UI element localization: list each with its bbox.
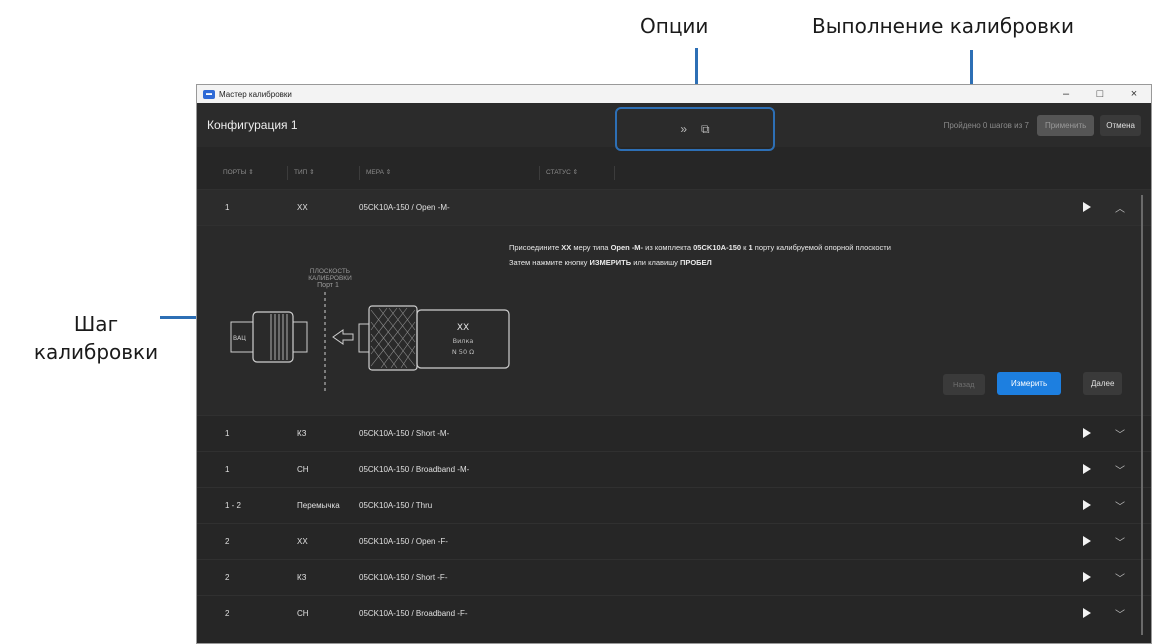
maximize-button[interactable]: □: [1083, 88, 1117, 100]
row-standard: 05CK10A-150 / Broadband -M-: [359, 465, 470, 474]
row-standard: 05CK10A-150 / Thru: [359, 501, 433, 510]
play-icon[interactable]: [1083, 428, 1091, 438]
instr-button: ИЗМЕРИТЬ: [589, 258, 632, 267]
wizard-header: Конфигурация 1 » ⧉ Пройдено 0 шагов из 7…: [197, 103, 1151, 151]
table-row[interactable]: 1 - 2 Перемычка 05CK10A-150 / Thru ﹀: [197, 487, 1151, 523]
calibration-steps-list: 1 КЗ 05CK10A-150 / Short -M- ﹀ 1 CH 05CK10A-15…: [197, 415, 1151, 631]
column-standard[interactable]: МЕРА ⇕: [359, 166, 539, 180]
annotation-options: Опции: [640, 14, 709, 38]
measure-button[interactable]: Измерить: [997, 372, 1062, 395]
row-port: 2: [225, 573, 230, 582]
window-title: Мастер калибровки: [219, 89, 292, 99]
row-type: КЗ: [297, 429, 307, 438]
row-port: 2: [225, 537, 230, 546]
instr-text: Затем нажмите кнопку: [509, 258, 590, 267]
row-port: 2: [225, 609, 230, 618]
row-type: CH: [297, 609, 309, 618]
row-standard: 05CK10A-150 / Short -M-: [359, 429, 450, 438]
row-port: 1: [225, 203, 230, 212]
connector-sub2: N 50 Ω: [452, 348, 474, 356]
chevron-down-icon[interactable]: ﹀: [1115, 570, 1125, 585]
column-type[interactable]: ТИП ⇕: [287, 166, 359, 180]
config-title: Конфигурация 1: [207, 118, 298, 132]
table-row[interactable]: 1 XX 05CK10A-150 / Open -M- ︿: [197, 189, 1151, 225]
cancel-button[interactable]: Отмена: [1100, 114, 1141, 136]
port-label: Порт 1: [317, 282, 339, 289]
chevron-down-icon[interactable]: ﹀: [1115, 426, 1125, 441]
instr-standard: XX: [561, 243, 572, 252]
options-toolbar: » ⧉: [615, 107, 775, 151]
play-icon[interactable]: [1083, 202, 1091, 212]
chevron-down-icon[interactable]: ﹀: [1115, 606, 1125, 621]
window-controls: – □ ×: [1049, 88, 1151, 100]
vna-label: ВАЦ: [233, 335, 246, 342]
apply-button[interactable]: Применить: [1036, 114, 1095, 136]
chevron-down-icon[interactable]: ﹀: [1115, 498, 1125, 513]
row-standard: 05CK10A-150 / Open -M-: [359, 203, 450, 212]
annotation-execution: Выполнение калибровки: [812, 14, 1074, 38]
row-standard: 05CK10A-150 / Short -F-: [359, 573, 448, 582]
row-type: КЗ: [297, 573, 307, 582]
step-instructions: Присоедините XX меру типа Open -M- из ко…: [509, 240, 891, 270]
row-port: 1: [225, 429, 230, 438]
row-type: CH: [297, 465, 309, 474]
play-icon[interactable]: [1083, 464, 1091, 474]
play-icon[interactable]: [1083, 536, 1091, 546]
next-button[interactable]: Далее: [1083, 372, 1123, 395]
expand-options-icon[interactable]: »: [680, 122, 687, 136]
scrollbar[interactable]: [1141, 195, 1143, 635]
connector-diagram: ВАЦ XX Вилка N 50 Ω: [230, 292, 510, 392]
instr-text: к: [741, 243, 749, 252]
column-status[interactable]: СТАТУС ⇕: [539, 166, 615, 180]
table-row[interactable]: 1 CH 05CK10A-150 / Broadband -M- ﹀: [197, 451, 1151, 487]
column-ports[interactable]: ПОРТЫ ⇕: [223, 166, 287, 180]
table-row[interactable]: 2 XX 05CK10A-150 / Open -F- ﹀: [197, 523, 1151, 559]
title-bar: ▬ Мастер калибровки – □ ×: [197, 85, 1151, 103]
row-type: XX: [297, 537, 308, 546]
instr-text: из комплекта: [643, 243, 694, 252]
calibration-wizard-window: ▬ Мастер калибровки – □ × Конфигурация 1…: [196, 84, 1152, 644]
instruction-line2: Затем нажмите кнопку ИЗМЕРИТЬ или клавиш…: [509, 255, 891, 270]
play-icon[interactable]: [1083, 608, 1091, 618]
row-port: 1 - 2: [225, 501, 242, 510]
annotation-step-line1: Шаг: [73, 312, 119, 336]
open-external-icon[interactable]: ⧉: [701, 122, 710, 137]
progress-status: Пройдено 0 шагов из 7: [943, 120, 1029, 130]
table-row[interactable]: 2 КЗ 05CK10A-150 / Short -F- ﹀: [197, 559, 1151, 595]
close-button[interactable]: ×: [1117, 88, 1151, 100]
chevron-down-icon[interactable]: ﹀: [1115, 462, 1125, 477]
instruction-line1: Присоедините XX меру типа Open -M- из ко…: [509, 240, 891, 255]
connector-label: XX: [457, 323, 469, 333]
row-standard: 05CK10A-150 / Broadband -F-: [359, 609, 468, 618]
play-icon[interactable]: [1083, 572, 1091, 582]
instr-key: ПРОБЕЛ: [680, 258, 712, 267]
instr-text: Присоедините: [509, 243, 562, 252]
app-icon: ▬: [203, 89, 215, 99]
minimize-button[interactable]: –: [1049, 88, 1083, 100]
instr-text: или клавишу: [631, 258, 681, 267]
row-type: Перемычка: [297, 501, 340, 510]
annotation-step: Шаг калибровки: [16, 310, 176, 366]
row-standard: 05CK10A-150 / Open -F-: [359, 537, 448, 546]
instr-type: Open -M-: [610, 243, 644, 252]
instr-text: меру типа: [571, 243, 611, 252]
connector-sub1: Вилка: [453, 337, 474, 345]
back-button[interactable]: Назад: [943, 374, 985, 395]
step-pointer-line: [160, 316, 198, 319]
calibration-step-panel: ПЛОСКОСТЬ КАЛИБРОВКИ Порт 1 ВАЦ XX Вилка…: [197, 225, 1151, 415]
chevron-down-icon[interactable]: ﹀: [1115, 534, 1125, 549]
play-icon[interactable]: [1083, 500, 1091, 510]
annotation-step-line2: калибровки: [33, 340, 159, 364]
instr-text: порту калибруемой опорной плоскости: [752, 243, 891, 252]
row-type: XX: [297, 203, 308, 212]
table-header: ПОРТЫ ⇕ ТИП ⇕ МЕРА ⇕ СТАТУС ⇕: [197, 157, 1151, 189]
chevron-up-icon[interactable]: ︿: [1115, 200, 1125, 215]
row-port: 1: [225, 465, 230, 474]
calibration-plane-label: ПЛОСКОСТЬ КАЛИБРОВКИ: [308, 268, 352, 282]
instr-kit: 05CK10A-150: [693, 243, 742, 252]
table-row[interactable]: 2 CH 05CK10A-150 / Broadband -F- ﹀: [197, 595, 1151, 631]
table-row[interactable]: 1 КЗ 05CK10A-150 / Short -M- ﹀: [197, 415, 1151, 451]
